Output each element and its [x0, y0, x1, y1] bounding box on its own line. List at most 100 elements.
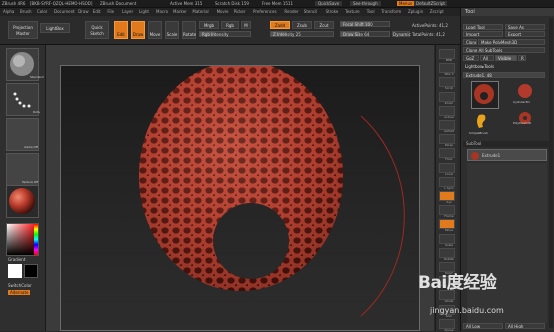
goz-button[interactable]: GoZ — [463, 55, 479, 61]
menu-alpha[interactable]: Alpha — [3, 9, 14, 14]
shelf-spix-3-button[interactable]: SPix 3 — [439, 63, 455, 76]
alternate-button[interactable]: Alternate — [8, 290, 31, 295]
export-button[interactable]: Export — [505, 31, 545, 37]
shelf-local-button[interactable]: Local — [439, 162, 455, 176]
dynamic-button[interactable]: Dynamic — [392, 31, 411, 37]
draw-size-slider[interactable]: Draw Size 64 — [340, 31, 390, 37]
see-through-button[interactable]: See-through — [350, 1, 381, 6]
shelf-xpose-button[interactable]: Xpose — [439, 318, 455, 332]
menu-color[interactable]: Color — [37, 9, 47, 14]
shelf-xyz-button[interactable]: Xyz — [439, 191, 455, 204]
torus-model[interactable] — [61, 66, 419, 330]
palette-scrollbar[interactable] — [549, 18, 553, 328]
r-button[interactable]: R — [518, 55, 526, 61]
zsub-button[interactable]: Zsub — [292, 21, 312, 29]
save-as-button[interactable]: Save As — [505, 24, 545, 30]
shelf-label: Scroll — [444, 86, 454, 91]
menu-render[interactable]: Render — [284, 9, 298, 14]
shelf-floor-button[interactable]: Floor — [439, 148, 455, 162]
menu-preferences[interactable]: Preferences — [253, 9, 277, 14]
z-intensity-slider[interactable]: Z Intensity 25 — [270, 31, 334, 37]
scale-button[interactable]: Scale — [165, 21, 179, 39]
subtool-section-header[interactable]: SubTool — [463, 141, 551, 147]
visible-button[interactable]: Visible — [495, 55, 517, 61]
secondary-color-swatch[interactable] — [24, 264, 38, 278]
zadd-button[interactable]: Zadd — [270, 21, 290, 29]
material-selector[interactable] — [6, 185, 39, 218]
menu-texture[interactable]: Texture — [345, 9, 360, 14]
default-zscript-button[interactable]: DefaultZScript — [414, 1, 447, 6]
cylinder3d-thumb[interactable] — [515, 83, 535, 99]
make-polymesh-button[interactable]: Make PolyMesh3D — [478, 39, 545, 45]
subtool-list[interactable] — [467, 163, 547, 323]
shelf-label: Xpose — [444, 327, 454, 332]
all-high-button[interactable]: All High — [505, 323, 545, 329]
rgb-button[interactable]: Rgb — [221, 21, 239, 29]
menu-macro[interactable]: Macro — [156, 9, 168, 14]
hue-strip[interactable] — [34, 224, 38, 255]
current-tool-slider[interactable]: Extrude1. 48 — [463, 72, 545, 78]
m-button[interactable]: M — [241, 21, 251, 29]
clone-button[interactable]: Clone — [463, 39, 477, 45]
rgb-intensity-slider[interactable]: Rgb Intensity — [199, 31, 251, 37]
current-tool-thumb[interactable] — [471, 81, 499, 109]
rotate-button[interactable]: Rotate — [182, 21, 196, 39]
subtool-row-active[interactable]: Extrude1 — [467, 149, 547, 161]
focal-shift-slider[interactable]: Focal Shift 100 — [340, 21, 390, 27]
shelf-scroll-button[interactable]: Scroll — [439, 77, 455, 91]
shelf-label: Floor — [445, 157, 453, 162]
shelf-move-button[interactable]: Move — [439, 219, 455, 232]
shelf-zoom-button[interactable]: Zoom — [439, 91, 455, 105]
menu-draw[interactable]: Draw — [78, 9, 88, 14]
document-canvas[interactable] — [60, 65, 420, 331]
menu-stencil[interactable]: Stencil — [304, 9, 318, 14]
shelf-frame-button[interactable]: Frame — [439, 205, 455, 218]
main-color-swatch[interactable] — [8, 264, 22, 278]
menu-file[interactable]: File — [107, 9, 114, 14]
menu-transform[interactable]: Transform — [381, 9, 401, 14]
shelf-aahalf-button[interactable]: AAHalf — [439, 120, 455, 133]
menu-picker[interactable]: Picker — [234, 9, 246, 14]
menu-marker[interactable]: Marker — [173, 9, 187, 14]
menu-light[interactable]: Light — [139, 9, 149, 14]
shelf-rotate-button[interactable]: Rotate — [439, 247, 455, 261]
shelf-scale-button[interactable]: Scale — [439, 233, 455, 247]
quick-sketch-button[interactable]: Quick Sketch — [85, 21, 109, 39]
menu-zplugin[interactable]: Zplugin — [408, 9, 423, 14]
draw-button[interactable]: Draw — [131, 21, 145, 39]
import-button[interactable]: Import — [463, 31, 503, 37]
menu-movie[interactable]: Movie — [217, 9, 229, 14]
shelf-l-sym-button[interactable]: L.Sym — [439, 176, 455, 190]
menu-document[interactable]: Document — [54, 9, 75, 14]
shelf-label: AAHalf — [443, 129, 455, 133]
menu-tool[interactable]: Tool — [367, 9, 375, 14]
mrgb-button[interactable]: Mrgb — [199, 21, 219, 29]
menu-edit[interactable]: Edit — [93, 9, 101, 14]
move-button[interactable]: Move — [148, 21, 162, 39]
menu-stroke[interactable]: Stroke — [326, 9, 339, 14]
viewport[interactable] — [46, 45, 434, 331]
menu-zscript[interactable]: Zscript — [430, 9, 444, 14]
menu-layer[interactable]: Layer — [122, 9, 133, 14]
shelf-persp-button[interactable]: Persp — [439, 134, 455, 147]
shelf-bpr-button[interactable]: BPR — [439, 49, 455, 62]
shelf-label: Zoom — [444, 100, 454, 105]
menus-button[interactable]: Menus — [397, 1, 415, 6]
all-button[interactable]: All — [480, 55, 494, 61]
all-low-button[interactable]: All Low — [463, 323, 503, 329]
lightbox-button[interactable]: LightBox — [40, 23, 70, 33]
shelf-actual-button[interactable]: Actual — [439, 105, 455, 119]
menu-material[interactable]: Material — [192, 9, 208, 14]
load-tool-button[interactable]: Load Tool — [463, 24, 503, 30]
edit-button[interactable]: Edit — [114, 21, 128, 39]
lightbox-tools-button[interactable]: Lightbox▸Tools — [463, 64, 545, 70]
switch-color-label[interactable]: SwitchColor — [8, 283, 32, 288]
menu-brush[interactable]: Brush — [20, 9, 32, 14]
projection-master-button[interactable]: Projection Master — [8, 21, 38, 39]
zcut-button[interactable]: Zcut — [314, 21, 334, 29]
color-picker[interactable] — [6, 223, 39, 256]
clone-all-subtools-button[interactable]: Clone All SubTools — [463, 47, 545, 53]
simplebrush-thumb[interactable] — [469, 111, 495, 131]
left-shelf: Standard Dots Alpha Off Texture Off Grad… — [0, 45, 46, 331]
quicksave-button[interactable]: QuickSave — [315, 1, 343, 6]
